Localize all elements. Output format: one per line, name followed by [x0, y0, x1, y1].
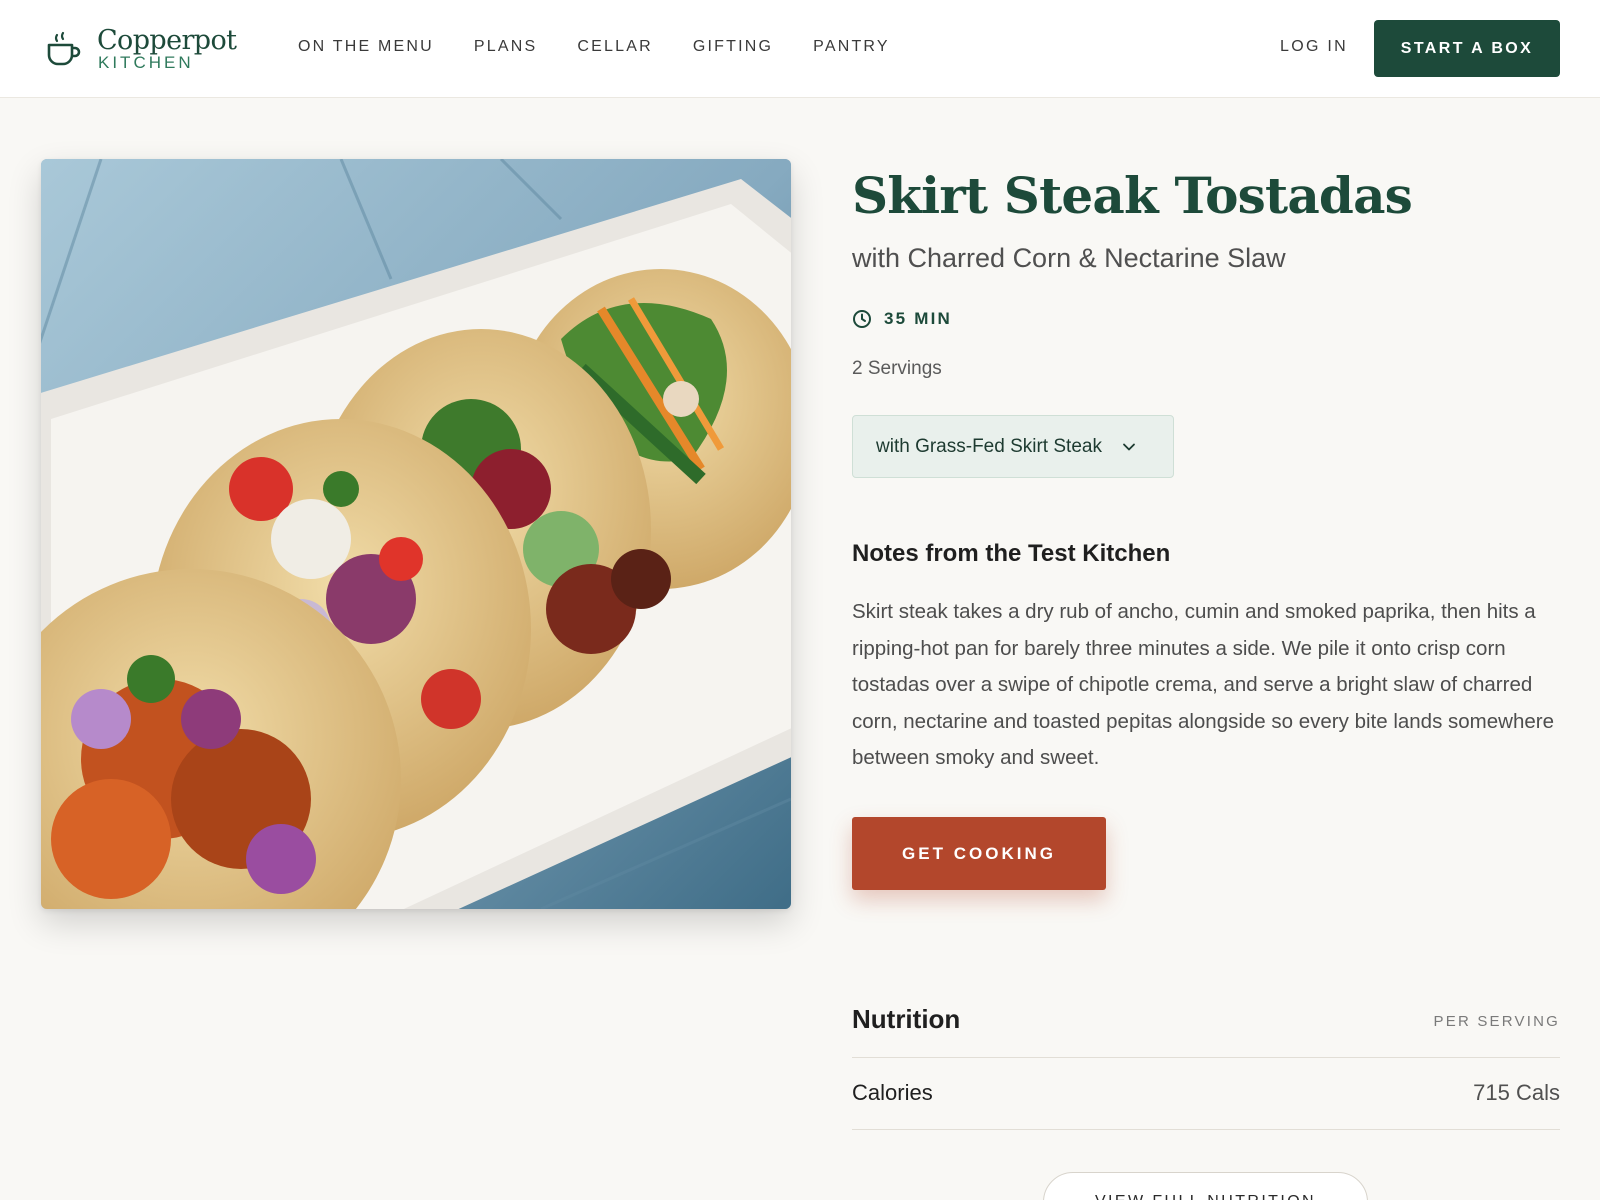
login-link[interactable]: LOG IN [1280, 38, 1348, 56]
notes-body: Skirt steak takes a dry rub of ancho, cu… [852, 600, 1554, 769]
chevron-down-icon [1123, 443, 1135, 450]
recipe-title: Skirt Steak Tostadas [852, 166, 1413, 225]
get-cooking-button[interactable]: GET COOKING [852, 817, 1106, 890]
brand-subtitle: KITCHEN [98, 53, 194, 72]
cook-time-label: 35 MIN [884, 309, 952, 328]
notes-heading: Notes from the Test Kitchen [852, 540, 1171, 567]
nav-item-pantry[interactable]: PANTRY [813, 38, 890, 58]
tostadas-photo [41, 159, 791, 909]
clock-icon [853, 310, 871, 328]
nav-item-plans[interactable]: PLANS [474, 38, 537, 58]
nutrition-row-value: 715 Cals [1473, 1080, 1560, 1105]
servings-label: 2 Servings [852, 358, 942, 379]
nav-item-cellar[interactable]: CELLAR [577, 38, 652, 58]
recipe-subtitle: with Charred Corn & Nectarine Slaw [852, 243, 1286, 273]
cook-time: 35 MIN [852, 307, 952, 331]
nav-item-gifting[interactable]: GIFTING [693, 38, 773, 58]
main-nav: ON THE MENU PLANS CELLAR GIFTING PANTRY [298, 38, 930, 58]
variant-selected-value: with Grass-Fed Skirt Steak [876, 435, 1102, 457]
start-a-box-button[interactable]: START A BOX [1374, 20, 1560, 77]
nutrition-row-label: Calories [852, 1080, 933, 1105]
protein-variant-select[interactable]: with Grass-Fed Skirt Steak [852, 415, 1174, 478]
per-serving-label: PER SERVING [1433, 1013, 1560, 1030]
nutrition-heading: Nutrition [852, 1004, 961, 1034]
site-header: Copperpot KITCHEN ON THE MENU PLANS CELL… [0, 0, 1600, 98]
brand-name: Copperpot [97, 25, 237, 56]
recipe-photo [41, 159, 791, 909]
nutrition-divider [852, 1057, 1560, 1058]
coffee-cup-icon [47, 31, 81, 66]
view-full-nutrition-button[interactable]: VIEW FULL NUTRITION [1043, 1172, 1368, 1200]
nutrition-divider [852, 1129, 1560, 1130]
brand-logo[interactable]: Copperpot KITCHEN [45, 25, 245, 74]
nav-item-on-the-menu[interactable]: ON THE MENU [298, 38, 434, 58]
